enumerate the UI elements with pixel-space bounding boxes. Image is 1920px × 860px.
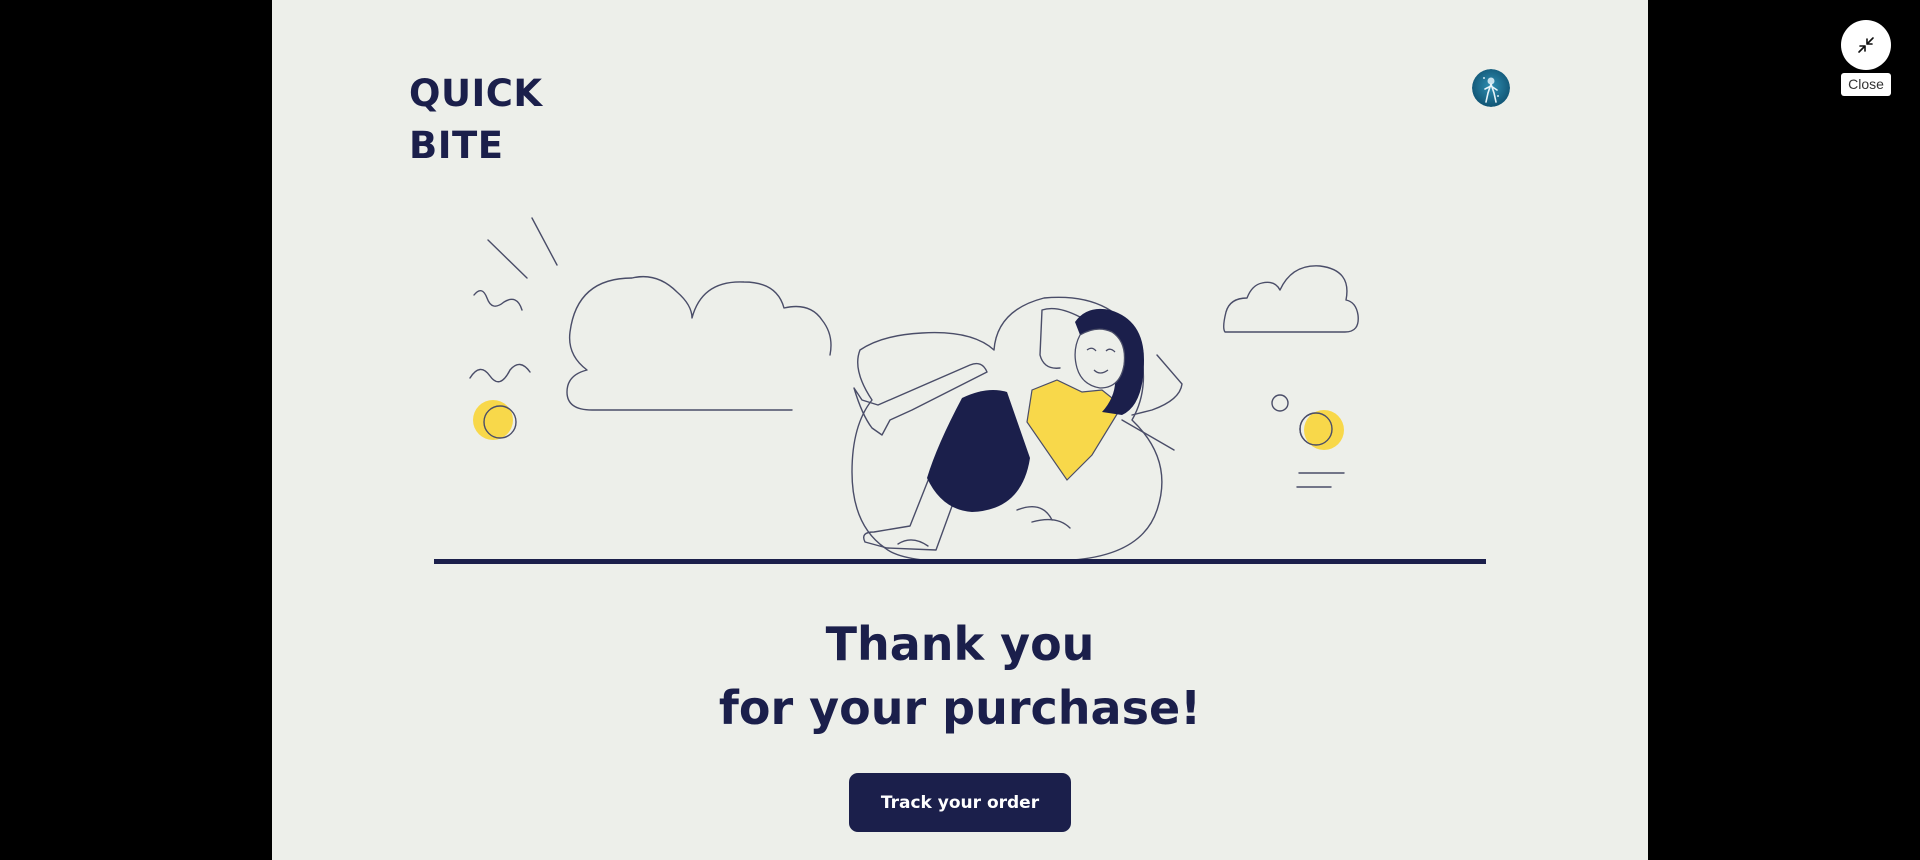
shirt: [1026, 379, 1123, 481]
close-viewer-button[interactable]: [1841, 20, 1891, 70]
track-order-button[interactable]: Track your order: [849, 773, 1071, 832]
close-tooltip: Close: [1841, 73, 1891, 96]
confirmation-page: QUICK BITE Thank you for your purchase! …: [272, 0, 1648, 860]
shorts: [927, 390, 1030, 512]
collapse-arrows-icon: [1858, 37, 1874, 53]
brand-line-1: QUICK: [409, 72, 543, 115]
brand-line-2: BITE: [409, 124, 504, 167]
ray-line: [487, 239, 528, 279]
brand-logo[interactable]: QUICK BITE: [409, 68, 543, 172]
cloud-left: [566, 275, 832, 411]
illustration-relaxing-woman: [469, 217, 1359, 563]
yellow-circle-left: [473, 400, 513, 440]
arm-left: [1039, 307, 1081, 369]
avatar-image: [1472, 69, 1510, 107]
floor-line: [434, 559, 1486, 564]
squiggle: [469, 363, 531, 383]
bubble: [1271, 394, 1289, 412]
user-avatar[interactable]: [1472, 69, 1510, 107]
image-viewer: QUICK BITE Thank you for your purchase! …: [0, 0, 1920, 860]
shoe: [897, 539, 929, 547]
beanbag-fold: [1121, 419, 1175, 451]
beanbag-fold: [1016, 506, 1071, 529]
squiggle: [473, 290, 523, 311]
speed-lines: [1296, 472, 1345, 488]
cloud-right: [1223, 265, 1359, 333]
face: [1074, 328, 1126, 389]
thank-you-title: Thank you: [825, 617, 1095, 671]
thank-you-subtitle: for your purchase!: [718, 681, 1202, 735]
ray-line: [531, 217, 558, 266]
